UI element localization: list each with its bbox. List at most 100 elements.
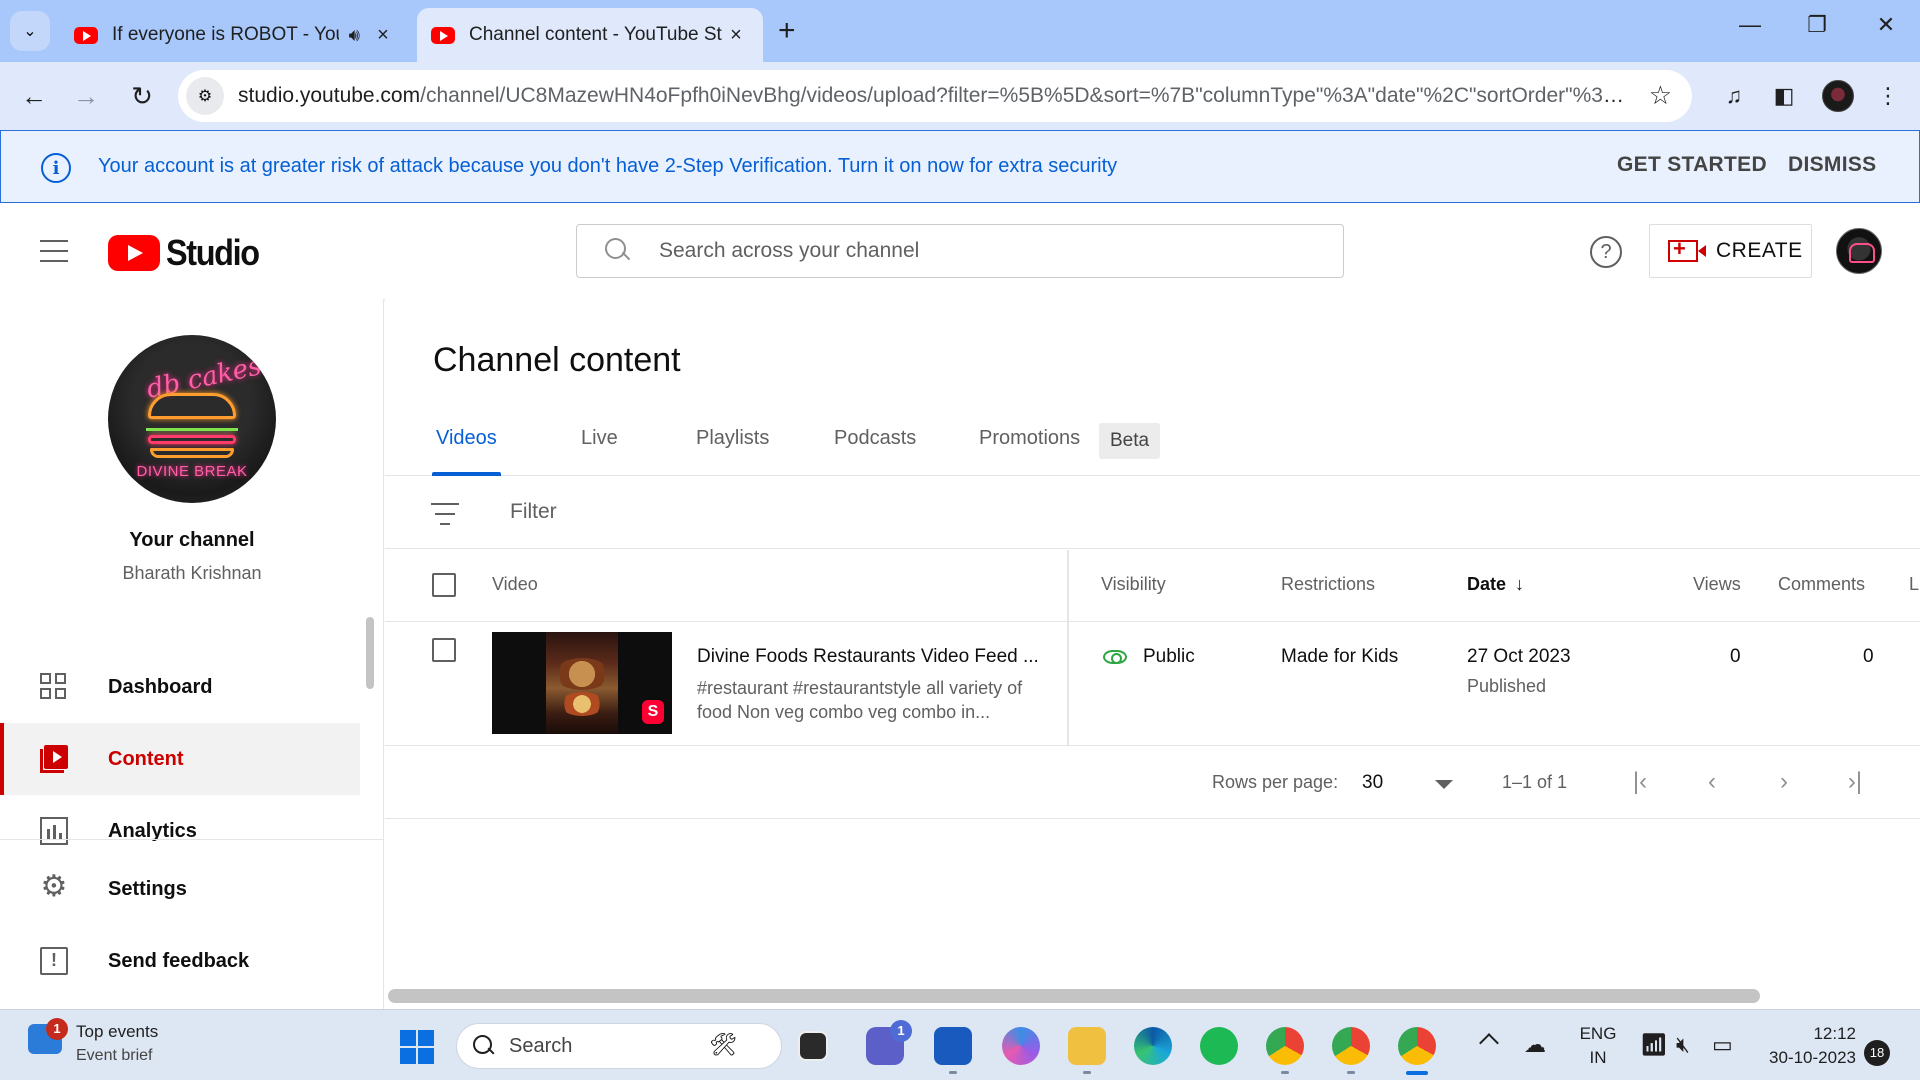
address-bar[interactable]: ⚙ studio.youtube.com/channel/UC8MazewHN4…	[178, 70, 1692, 122]
back-button[interactable]: ←	[14, 76, 54, 116]
account-avatar[interactable]	[1836, 228, 1882, 274]
column-comments: Comments	[1778, 574, 1866, 594]
banner-message[interactable]: Your account is at greater risk of attac…	[98, 155, 1117, 178]
task-view-icon[interactable]	[798, 1031, 828, 1061]
close-window-button[interactable]: ✕	[1866, 12, 1906, 38]
dropdown-caret-icon[interactable]	[1435, 780, 1453, 789]
tab-search-button[interactable]: ⌄	[10, 11, 50, 51]
date-status: Published	[1467, 676, 1547, 696]
file-explorer-icon[interactable]	[1068, 1027, 1106, 1065]
volume-muted-icon[interactable]: 🔇︎	[1676, 1032, 1690, 1058]
close-icon[interactable]: ×	[370, 24, 396, 47]
previous-page-icon[interactable]: ‹	[1697, 767, 1727, 797]
browser-toolbar: ← → ↻ ⚙ studio.youtube.com/channel/UC8Ma…	[0, 62, 1920, 130]
chrome-profile-2-icon[interactable]	[1332, 1027, 1370, 1065]
close-icon[interactable]: ×	[723, 24, 749, 47]
notification-count[interactable]: 18	[1864, 1040, 1890, 1066]
speaker-icon[interactable]: 🔊︎	[349, 25, 360, 46]
new-tab-button[interactable]: +	[778, 14, 796, 48]
column-date[interactable]: Date	[1467, 574, 1506, 595]
show-hidden-icons-caret[interactable]	[1479, 1033, 1499, 1053]
media-control-icon[interactable]: ♫	[1716, 78, 1752, 114]
browser-tab-bar: ⌄ If everyone is ROBOT - You 🔊︎ × Channe…	[0, 0, 1920, 62]
clock-time[interactable]: 12:12	[1756, 1024, 1856, 1044]
views-value: 0	[1730, 646, 1741, 667]
taskbar-search[interactable]: Search 🛠	[456, 1023, 782, 1069]
pagination-bar: Rows per page: 30 1–1 of 1 |‹ ‹ › ›|	[385, 747, 1920, 819]
first-page-icon[interactable]: |‹	[1625, 767, 1655, 797]
studio-header: Studio Search across your channel ? CREA…	[0, 203, 1920, 299]
tab-promotions[interactable]: Promotions	[979, 427, 1080, 476]
table-row[interactable]: S Divine Foods Restaurants Video Feed ..…	[385, 622, 1920, 746]
channel-avatar[interactable]: db cakes DIVINE BREAK	[108, 335, 276, 503]
restore-button[interactable]: ❐	[1797, 12, 1837, 38]
row-checkbox[interactable]	[432, 638, 456, 662]
reload-button[interactable]: ↻	[122, 76, 162, 116]
sidebar-item-settings[interactable]: ⚙ Settings	[0, 853, 360, 925]
channel-search-input[interactable]: Search across your channel	[576, 224, 1344, 278]
rows-per-page-select[interactable]: 30	[1362, 772, 1383, 794]
battery-icon[interactable]: ▭	[1712, 1032, 1733, 1058]
chrome-profile-1-icon[interactable]	[1266, 1027, 1304, 1065]
onedrive-icon[interactable]: ☁	[1524, 1032, 1546, 1058]
copilot-icon[interactable]	[1002, 1027, 1040, 1065]
tab-podcasts[interactable]: Podcasts	[834, 427, 916, 476]
get-started-button[interactable]: GET STARTED	[1617, 153, 1767, 177]
content-icon	[40, 745, 68, 773]
horizontal-scrollbar[interactable]	[388, 989, 1760, 1003]
studio-logo[interactable]: Studio	[108, 232, 269, 274]
sidebar-item-content[interactable]: Content	[0, 723, 360, 795]
sidebar-scrollbar[interactable]	[366, 617, 374, 689]
browser-profile-avatar[interactable]	[1822, 80, 1854, 112]
forward-button[interactable]: →	[66, 76, 106, 116]
bookmark-star-icon[interactable]: ☆	[1649, 80, 1672, 111]
word-icon[interactable]	[934, 1027, 972, 1065]
menu-kebab-icon[interactable]: ⋮	[1870, 78, 1906, 114]
windows-start-icon[interactable]	[400, 1030, 434, 1064]
side-panel-icon[interactable]: ◧	[1766, 78, 1802, 114]
minimize-button[interactable]: —	[1730, 12, 1770, 38]
spotify-icon[interactable]	[1200, 1027, 1238, 1065]
sort-down-arrow-icon[interactable]: ↓	[1515, 574, 1524, 595]
chevron-down-icon: ⌄	[23, 23, 37, 40]
edge-icon[interactable]	[1134, 1027, 1172, 1065]
wifi-icon[interactable]: 📶︎	[1640, 1032, 1668, 1058]
language-bottom[interactable]: IN	[1576, 1048, 1620, 1068]
last-page-icon[interactable]: ›|	[1840, 767, 1870, 797]
sidebar-item-feedback[interactable]: ! Send feedback	[0, 925, 360, 997]
info-icon: i	[41, 153, 71, 183]
video-title[interactable]: Divine Foods Restaurants Video Feed ...	[697, 646, 1039, 668]
url-text[interactable]: studio.youtube.com/channel/UC8MazewHN4oF…	[238, 84, 1628, 108]
language-top[interactable]: ENG	[1576, 1024, 1620, 1044]
content-tabs: Videos Live Playlists Podcasts Promotion…	[385, 419, 1920, 476]
tab-live[interactable]: Live	[581, 427, 618, 476]
sidebar-item-dashboard[interactable]: Dashboard	[0, 651, 360, 723]
help-icon[interactable]: ?	[1590, 236, 1622, 268]
visibility-value[interactable]: Public	[1143, 646, 1195, 668]
site-info-icon[interactable]: ⚙	[186, 77, 224, 115]
widget-title[interactable]: Top events	[76, 1022, 158, 1042]
sidebar-item-label: Content	[108, 747, 184, 770]
filter-icon[interactable]	[431, 503, 459, 525]
filter-bar[interactable]: Filter	[385, 477, 1920, 549]
video-thumbnail[interactable]: S	[492, 632, 672, 734]
app-running-indicator	[1281, 1071, 1289, 1074]
browser-tab-robot[interactable]: If everyone is ROBOT - You 🔊︎ ×	[60, 8, 410, 62]
burger-bun-shape	[148, 393, 236, 419]
clock-date[interactable]: 30-10-2023	[1756, 1048, 1856, 1068]
browser-tab-studio[interactable]: Channel content - YouTube Stu ×	[417, 8, 763, 62]
next-page-icon[interactable]: ›	[1769, 767, 1799, 797]
tab-playlists[interactable]: Playlists	[696, 427, 769, 476]
column-likes: Li	[1909, 574, 1920, 594]
chrome-profile-3-icon[interactable]	[1398, 1027, 1436, 1065]
back-arrow-icon: ←	[21, 80, 47, 111]
dismiss-button[interactable]: DISMISS	[1788, 153, 1876, 177]
hamburger-menu-icon[interactable]	[40, 240, 68, 262]
burger-lettuce-shape	[146, 423, 238, 431]
select-all-checkbox[interactable]	[432, 573, 456, 597]
filter-input[interactable]: Filter	[510, 500, 557, 524]
thumbnail-food-image	[546, 632, 618, 734]
tab-videos[interactable]: Videos	[432, 427, 501, 476]
youtube-favicon-icon	[431, 26, 455, 44]
create-button[interactable]: CREATE	[1649, 224, 1812, 278]
